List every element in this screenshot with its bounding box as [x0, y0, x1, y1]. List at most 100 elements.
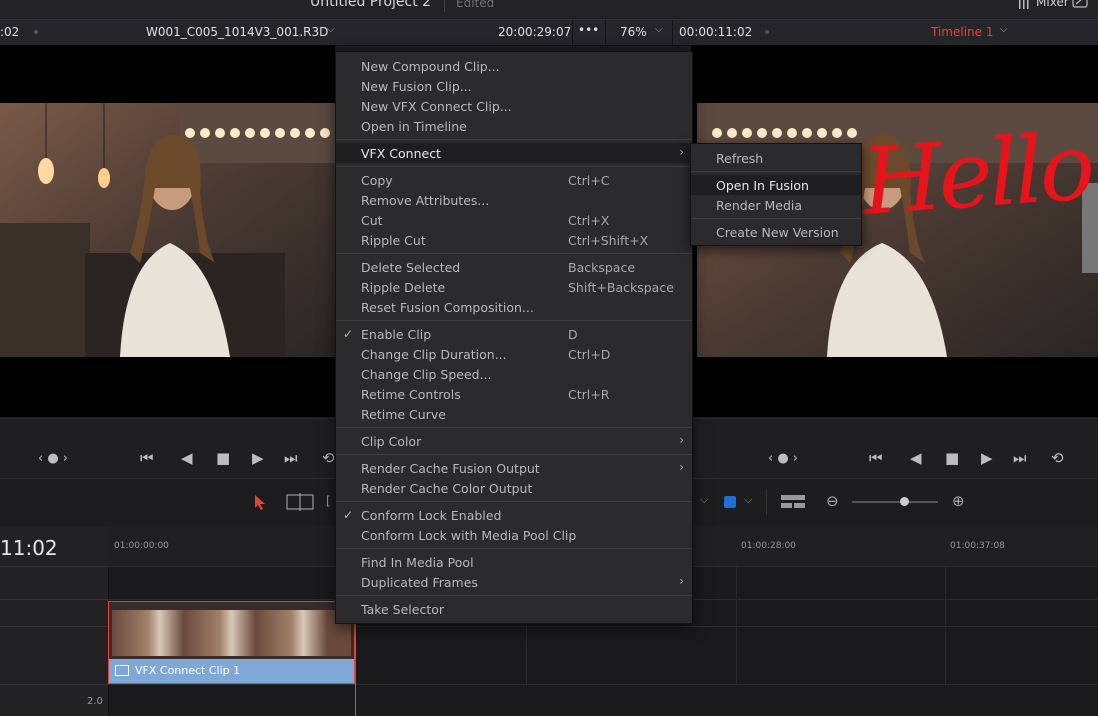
menu-item-delete-selected[interactable]: Delete Selected Backspace	[336, 257, 692, 277]
selection-tool-icon[interactable]	[254, 494, 266, 510]
clip-label-bar: VFX Connect Clip 1	[109, 659, 354, 683]
menu-item-cut[interactable]: Cut Ctrl+X	[336, 210, 692, 230]
zoom-in-icon[interactable]: ⊕	[952, 492, 965, 510]
source-play-reverse-icon[interactable]: ◀	[181, 449, 193, 467]
menu-item-render-cache-fusion-output[interactable]: Render Cache Fusion Output ›	[336, 458, 692, 478]
menu-item-label: Refresh	[716, 151, 764, 166]
trim-tool-icon[interactable]	[286, 493, 314, 511]
menu-item-retime-curve[interactable]: Retime Curve	[336, 404, 692, 424]
header-divider	[672, 20, 673, 45]
timeline-name[interactable]: Timeline 1	[931, 25, 993, 39]
menu-separator	[336, 253, 692, 254]
menu-item-ripple-cut[interactable]: Ripple Cut Ctrl+Shift+X	[336, 230, 692, 250]
menu-item-duplicated-frames[interactable]: Duplicated Frames ›	[336, 572, 692, 592]
snap-chevron-down-icon[interactable]: ⌵	[700, 493, 708, 507]
source-viewer[interactable]	[0, 45, 335, 417]
source-play-icon[interactable]: ▶	[252, 449, 264, 467]
menu-item-clip-color[interactable]: Clip Color ›	[336, 431, 692, 451]
mixer-label[interactable]: Mixer	[1036, 0, 1069, 9]
menu-item-new-vfx-connect-clip[interactable]: New VFX Connect Clip...	[336, 96, 692, 116]
menu-item-open-in-fusion[interactable]: Open In Fusion	[691, 175, 861, 195]
menu-separator	[336, 595, 692, 596]
menu-item-find-in-media-pool[interactable]: Find In Media Pool	[336, 552, 692, 572]
record-timecode: 00:00:11:02	[679, 25, 753, 39]
title-bar: Untitled Project 2 Edited Mixer	[0, 0, 1098, 18]
menu-item-label: Retime Curve	[361, 407, 446, 422]
project-status: Edited	[456, 0, 495, 10]
menu-item-conform-lock-enabled[interactable]: ✓ Conform Lock Enabled	[336, 505, 692, 525]
menu-item-change-clip-speed[interactable]: Change Clip Speed...	[336, 364, 692, 384]
record-go-to-end-icon[interactable]: ⏭	[1013, 449, 1027, 467]
zoom-level[interactable]: 76%	[620, 25, 647, 39]
header-divider	[572, 20, 573, 45]
share-icon[interactable]	[1072, 0, 1088, 8]
menu-item-reset-fusion-composition[interactable]: Reset Fusion Composition...	[336, 297, 692, 317]
menu-item-retime-controls[interactable]: Retime Controls Ctrl+R	[336, 384, 692, 404]
checkmark-icon: ✓	[343, 508, 354, 522]
zoom-out-icon[interactable]: ⊖	[826, 492, 839, 510]
source-jog-control[interactable]: ‹ ● ›	[38, 451, 68, 466]
flag-chevron-down-icon[interactable]: ⌵	[744, 493, 752, 507]
menu-item-label: Retime Controls	[361, 387, 461, 402]
menu-separator	[336, 139, 692, 140]
menu-item-label: Render Media	[716, 198, 803, 213]
menu-item-label: Open in Timeline	[361, 119, 467, 134]
hello-overlay-text: Hello	[858, 113, 1095, 236]
menu-item-take-selector[interactable]: Take Selector	[336, 599, 692, 619]
source-go-to-end-icon[interactable]: ⏭	[284, 449, 298, 467]
record-loop-icon[interactable]: ⟲	[1051, 449, 1064, 467]
menu-item-render-cache-color-output[interactable]: Render Cache Color Output	[336, 478, 692, 498]
menu-item-label: Open In Fusion	[716, 178, 809, 193]
clip-name[interactable]: W001_C005_1014V3_001.R3D	[146, 25, 328, 39]
menu-item-ripple-delete[interactable]: Ripple Delete Shift+Backspace	[336, 277, 692, 297]
dynamic-trim-icon[interactable]: [	[326, 494, 331, 508]
menu-separator	[336, 454, 692, 455]
menu-item-remove-attributes[interactable]: Remove Attributes...	[336, 190, 692, 210]
zoom-slider-track[interactable]	[852, 501, 938, 503]
menu-item-new-fusion-clip[interactable]: New Fusion Clip...	[336, 76, 692, 96]
menu-item-new-compound-clip[interactable]: New Compound Clip...	[336, 56, 692, 76]
record-go-to-start-icon[interactable]: ⏮	[869, 449, 883, 467]
timeline-chevron-down-icon[interactable]: ⌵	[1000, 24, 1008, 35]
menu-item-change-clip-duration[interactable]: Change Clip Duration... Ctrl+D	[336, 344, 692, 364]
toolbar-divider	[766, 489, 767, 515]
record-play-icon[interactable]: ▶	[981, 449, 993, 467]
track-divider	[0, 599, 108, 600]
record-stop-icon[interactable]: ■	[945, 449, 959, 467]
menu-item-label: Delete Selected	[361, 260, 461, 275]
timeline-view-options-icon[interactable]	[780, 494, 806, 510]
source-loop-icon[interactable]: ⟲	[322, 449, 335, 467]
menu-item-label: Ripple Delete	[361, 280, 446, 295]
menu-item-label: VFX Connect	[361, 146, 441, 161]
more-options-icon[interactable]: •••	[578, 23, 599, 37]
clip-dropdown-chevron-down-icon[interactable]: ⌵	[327, 24, 335, 35]
mixer-icon[interactable]	[1018, 0, 1030, 9]
record-play-reverse-icon[interactable]: ◀	[910, 449, 922, 467]
track-line	[108, 684, 1098, 685]
menu-item-label: New VFX Connect Clip...	[361, 99, 512, 114]
menu-item-refresh[interactable]: Refresh	[691, 148, 861, 168]
record-jog-control[interactable]: ‹ ● ›	[768, 451, 798, 466]
source-go-to-start-icon[interactable]: ⏮	[140, 449, 154, 467]
menu-item-vfx-connect[interactable]: VFX Connect ›	[336, 143, 692, 163]
zoom-slider-handle[interactable]	[900, 497, 909, 506]
menu-item-label: Find In Media Pool	[361, 555, 474, 570]
track-headers: 11:02 2.0	[0, 526, 109, 716]
menu-item-label: Ripple Cut	[361, 233, 426, 248]
menu-item-enable-clip[interactable]: ✓ Enable Clip D	[336, 324, 692, 344]
menu-item-create-new-version[interactable]: Create New Version	[691, 222, 861, 242]
menu-item-open-in-timeline[interactable]: Open in Timeline	[336, 116, 692, 136]
menu-item-label: Render Cache Fusion Output	[361, 461, 540, 476]
menu-item-copy[interactable]: Copy Ctrl+C	[336, 170, 692, 190]
chevron-right-icon: ›	[679, 574, 684, 588]
clip-thumbnails	[112, 610, 351, 656]
timeline-clip[interactable]: VFX Connect Clip 1	[108, 601, 355, 684]
menu-item-label: Copy	[361, 173, 393, 188]
menu-item-conform-lock-with-media-pool-clip[interactable]: Conform Lock with Media Pool Clip	[336, 525, 692, 545]
zoom-chevron-down-icon[interactable]: ⌵	[655, 24, 663, 35]
source-frame-image	[0, 103, 335, 357]
flag-color-icon[interactable]	[724, 496, 736, 508]
menu-item-label: Conform Lock Enabled	[361, 508, 502, 523]
source-stop-icon[interactable]: ■	[216, 449, 230, 467]
menu-item-render-media[interactable]: Render Media	[691, 195, 861, 215]
